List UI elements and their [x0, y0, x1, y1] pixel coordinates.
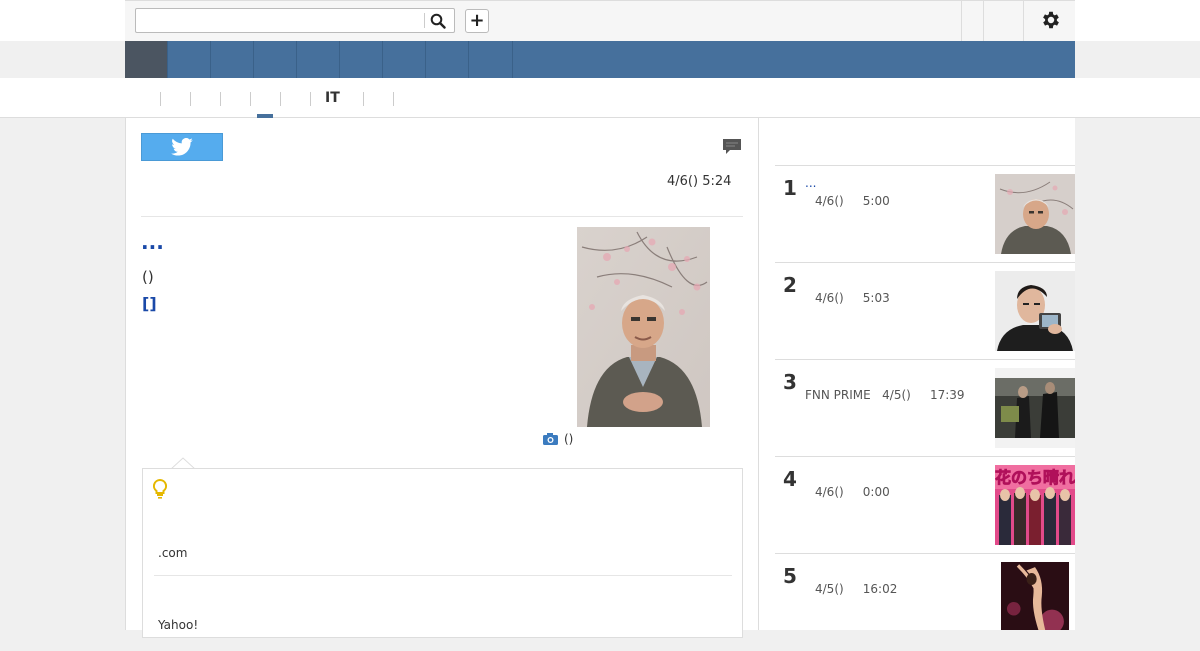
- twitter-bird-icon: [171, 138, 193, 156]
- rank-time: 17:39: [929, 388, 965, 402]
- article-photo[interactable]: [577, 227, 710, 427]
- article-link[interactable]: []: [142, 294, 157, 313]
- tip-site-text: .com: [158, 546, 188, 560]
- tab-divider: [190, 92, 191, 106]
- tab-divider: [220, 92, 221, 106]
- rank-thumbnail[interactable]: [995, 368, 1075, 448]
- rank-meta: 4/5() 16:02: [815, 582, 897, 596]
- tab-divider: [280, 92, 281, 106]
- rank-number: 5: [783, 564, 797, 588]
- nav-item[interactable]: [383, 41, 426, 78]
- rank-thumbnail[interactable]: [995, 271, 1075, 351]
- rank-number: 3: [783, 370, 797, 394]
- nav-item[interactable]: [340, 41, 383, 78]
- nav-item-home[interactable]: [125, 41, 168, 78]
- search-icon: [430, 13, 446, 29]
- rank-meta: FNN PRIME 4/5() 17:39: [805, 388, 965, 402]
- ranking-sidebar: 1 ... 4/6() 5:00 2 4/6() 5:03 3 FNN PRIM…: [759, 118, 1075, 630]
- rank-number: 2: [783, 273, 797, 297]
- nav-item[interactable]: [297, 41, 340, 78]
- article-date: 4/6() 5:24: [667, 174, 732, 189]
- top-bar-inner: +: [125, 0, 1075, 41]
- nav-item[interactable]: [254, 41, 297, 78]
- rank-meta: 4/6() 5:03: [815, 291, 890, 305]
- tab-it[interactable]: IT: [325, 90, 340, 106]
- search-button[interactable]: [424, 10, 452, 31]
- rank-number: 4: [783, 467, 797, 491]
- rank-meta: 4/6() 0:00: [815, 485, 890, 499]
- rank-title[interactable]: ...: [805, 176, 816, 190]
- main-nav: [125, 41, 1075, 78]
- rank-number: 1: [783, 176, 797, 200]
- divider: [141, 216, 743, 217]
- rank-date: 4/5(): [815, 582, 844, 596]
- rank-date: 4/6(): [815, 485, 844, 499]
- divider: [154, 575, 732, 576]
- category-tabs: IT: [0, 78, 1200, 118]
- rank-thumbnail[interactable]: [995, 174, 1075, 254]
- thumbnail-logo-text: 花のち晴れ: [995, 468, 1075, 487]
- rank-time: 16:02: [862, 582, 898, 596]
- rank-time: 0:00: [862, 485, 890, 499]
- rank-time: 5:00: [862, 194, 890, 208]
- ranking-item[interactable]: 5 4/5() 16:02: [775, 554, 1075, 651]
- ranking-item[interactable]: 1 ... 4/6() 5:00: [775, 166, 1075, 263]
- toolbar-divider: [1023, 1, 1024, 41]
- tab-divider: [310, 92, 311, 106]
- ranking-item[interactable]: 3 FNN PRIME 4/5() 17:39: [775, 360, 1075, 457]
- article-column: 4/6() 5:24 ... () [] () .com Yahoo!: [125, 118, 759, 638]
- nav-item[interactable]: [211, 41, 254, 78]
- nav-item[interactable]: [426, 41, 469, 78]
- search-box[interactable]: [135, 8, 455, 33]
- toolbar-divider: [961, 1, 962, 41]
- tab-divider: [160, 92, 161, 106]
- tab-divider: [250, 92, 251, 106]
- lightbulb-icon: [153, 479, 167, 499]
- top-bar: +: [0, 0, 1200, 41]
- rank-meta: 4/6() 5:00: [815, 194, 890, 208]
- ranking-item[interactable]: 2 4/6() 5:03: [775, 263, 1075, 360]
- nav-item[interactable]: [168, 41, 211, 78]
- tip-box: [142, 468, 743, 638]
- add-button[interactable]: +: [465, 9, 489, 33]
- rank-source: FNN PRIME: [805, 388, 871, 402]
- rank-thumbnail[interactable]: [995, 562, 1075, 630]
- tab-divider: [393, 92, 394, 106]
- photo-caption[interactable]: (): [543, 432, 573, 446]
- ranking-item[interactable]: 4 4/6() 0:00 花のち晴れ: [775, 457, 1075, 554]
- comment-icon[interactable]: [722, 138, 742, 156]
- rank-date: 4/6(): [815, 291, 844, 305]
- camera-icon: [543, 433, 558, 445]
- article-title[interactable]: ...: [141, 230, 164, 254]
- article-source: (): [142, 268, 154, 286]
- tab-divider: [363, 92, 364, 106]
- gear-icon[interactable]: [1040, 9, 1062, 31]
- rank-date: 4/5(): [882, 388, 911, 402]
- rank-thumbnail[interactable]: 花のち晴れ: [995, 465, 1075, 545]
- search-input[interactable]: [140, 11, 424, 32]
- photo-caption-text: (): [564, 432, 574, 446]
- rank-time: 5:03: [862, 291, 890, 305]
- nav-item[interactable]: [469, 41, 513, 78]
- tweet-button[interactable]: [141, 133, 223, 161]
- rank-date: 4/6(): [815, 194, 844, 208]
- toolbar-divider: [983, 1, 984, 41]
